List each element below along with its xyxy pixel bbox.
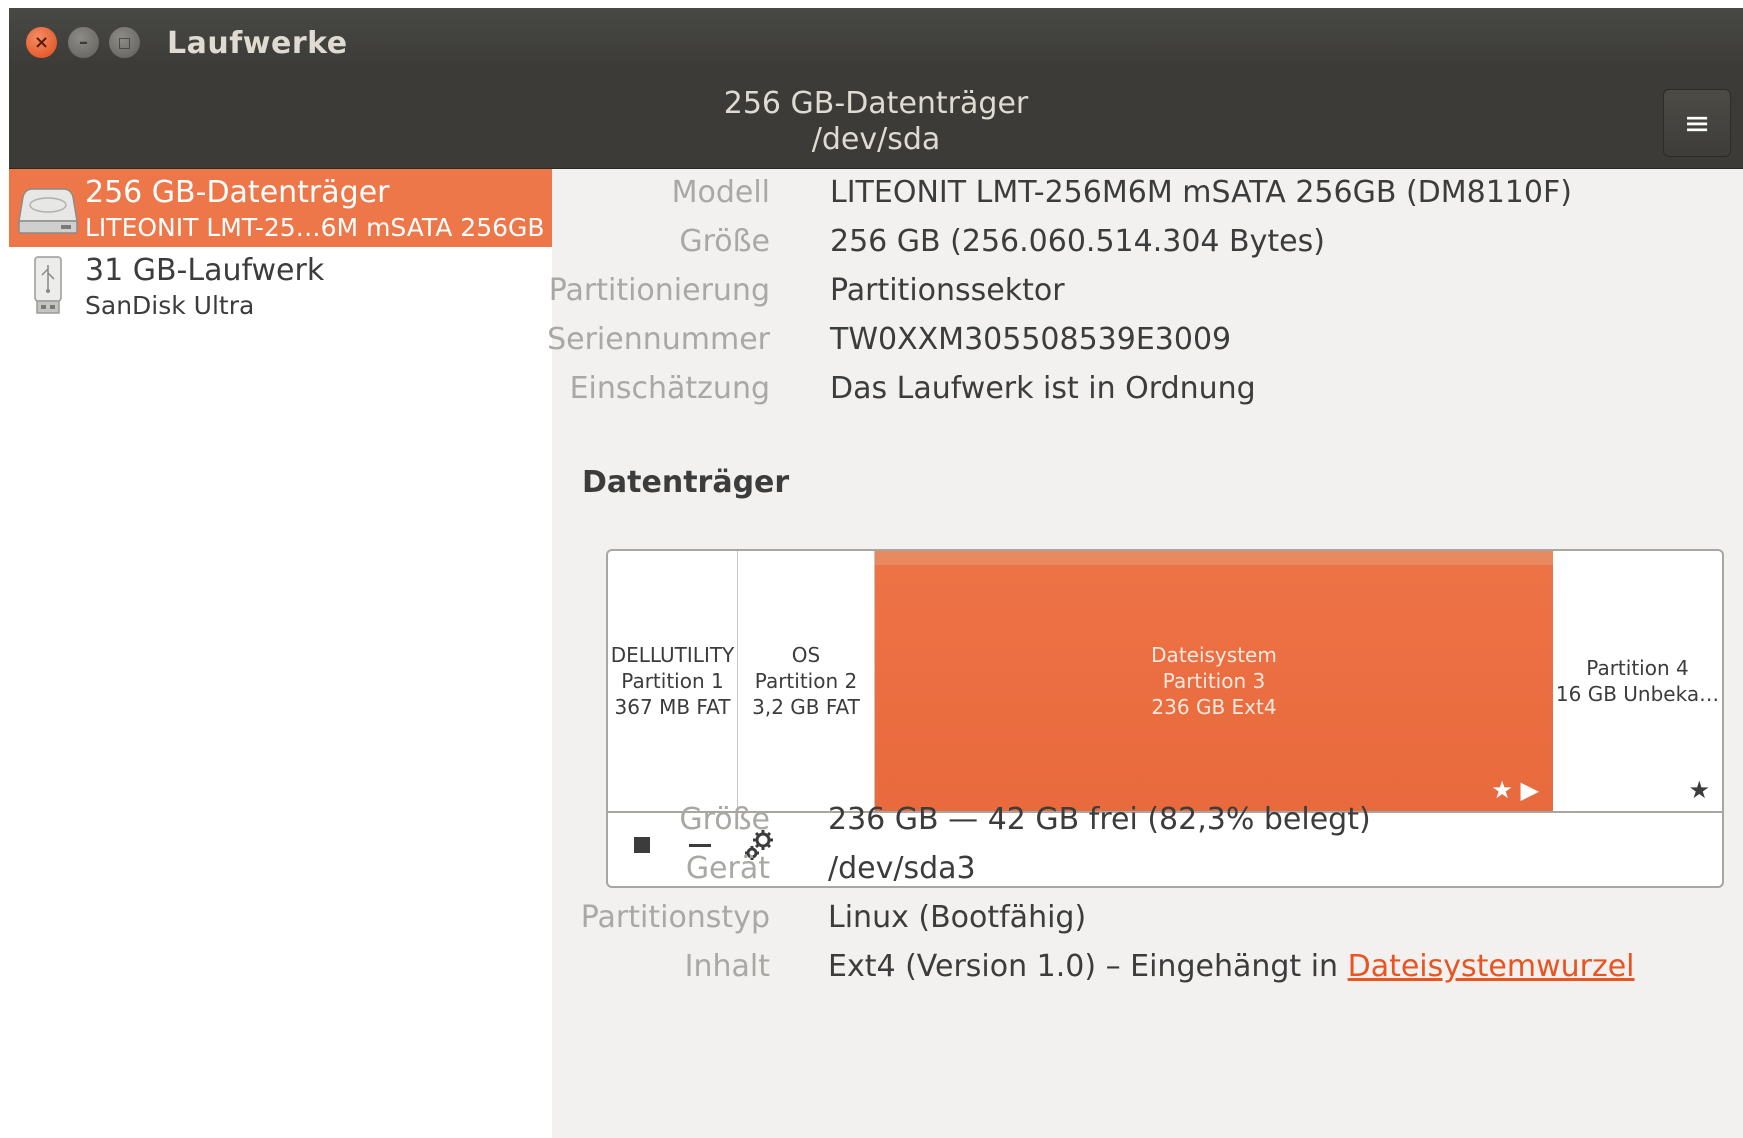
serial-value: TW0XXM305508539E3009 [830,322,1232,357]
title-bar: × – □ Laufwerke [9,8,1743,68]
drive-list: 256 GB-Datenträger LITEONIT LMT-25…6M mS… [9,169,552,1138]
menu-button[interactable]: ≡ [1663,89,1731,157]
volumes-section-title: Datenträger [582,465,790,500]
partition-type-label: Partitionstyp [580,900,770,935]
partition-size-label: Größe [679,802,770,837]
model-value: LITEONIT LMT-256M6M mSATA 256GB (DM8110F… [830,175,1572,210]
window-title: Laufwerke [167,26,348,61]
partition-3-selected[interactable]: Dateisystem Partition 3 236 GB Ext4 ★ ▶ [875,551,1553,811]
maximize-window-button[interactable]: □ [109,27,140,58]
partition-1[interactable]: DELLUTILITY Partition 1 367 MB FAT [608,551,738,811]
drive-model: LITEONIT LMT-25…6M mSATA 256GB [85,213,545,242]
partitioning-label: Partitionierung [548,273,770,308]
partition-4[interactable]: Partition 4 16 GB Unbeka… ★ [1553,551,1722,811]
partition-number: Partition 2 [754,669,858,693]
prop-size: Größe 256 GB (256.060.514.304 Bytes) [552,224,1743,264]
size-label: Größe [679,224,770,259]
size-value: 256 GB (256.060.514.304 Bytes) [830,224,1325,259]
prop-partition-type: Partitionstyp Linux (Bootfähig) [552,900,1743,940]
partitioning-value: Partitionssektor [830,273,1065,308]
partition-label: Partition 4 [1586,656,1689,680]
prop-partitioning: Partitionierung Partitionssektor [548,273,1743,313]
header-title: 256 GB-Datenträger [723,86,1029,121]
prop-device: Gerät /dev/sda3 [552,851,1743,891]
partition-number: Partition 3 [1162,669,1266,693]
partition-label: DELLUTILITY [610,643,735,667]
prop-partition-size: Größe 236 GB — 42 GB frei (82,3% belegt) [552,802,1743,842]
content-value: Ext4 (Version 1.0) – Eingehängt in Datei… [828,949,1635,984]
partition-label: OS [791,643,821,667]
bootable-star-icon: ★ [1688,776,1710,804]
model-label: Modell [671,175,770,210]
content-text: Ext4 (Version 1.0) – Eingehängt in [828,949,1348,984]
header-subtitle: /dev/sda [811,122,941,157]
assessment-value: Das Laufwerk ist in Ordnung [830,371,1256,406]
prop-model: Modell LITEONIT LMT-256M6M mSATA 256GB (… [552,175,1743,215]
hard-disk-icon [18,188,78,234]
partition-2[interactable]: OS Partition 2 3,2 GB FAT [738,551,875,811]
header-bar: 256 GB-Datenträger /dev/sda ≡ [9,68,1743,169]
close-window-button[interactable]: × [26,27,57,58]
content-label: Inhalt [684,949,770,984]
assessment-label: Einschätzung [569,371,770,406]
partition-size: 3,2 GB FAT [752,695,860,719]
close-icon: × [33,31,50,53]
bootable-mounted-icon: ★ ▶ [1491,776,1539,804]
partition-bar: DELLUTILITY Partition 1 367 MB FAT OS Pa… [608,551,1722,813]
usb-drive-icon [34,256,62,314]
drive-details: Modell LITEONIT LMT-256M6M mSATA 256GB (… [547,169,1743,1138]
prop-content: Inhalt Ext4 (Version 1.0) – Eingehängt i… [552,949,1743,989]
mount-point-link[interactable]: Dateisystemwurzel [1348,949,1635,984]
minimize-window-button[interactable]: – [68,27,99,58]
minimize-icon: – [79,31,88,53]
partition-size: 236 GB Ext4 [1151,695,1277,719]
partition-size: 16 GB Unbeka… [1555,682,1720,706]
prop-serial: Seriennummer TW0XXM305508539E3009 [547,322,1743,362]
partition-number: Partition 1 [621,669,724,693]
maximize-icon: □ [117,34,132,51]
hamburger-menu-icon: ≡ [1683,104,1711,142]
device-label: Gerät [685,851,770,886]
drive-item-256gb[interactable]: 256 GB-Datenträger LITEONIT LMT-25…6M mS… [9,169,552,247]
partition-type-value: Linux (Bootfähig) [828,900,1087,935]
partition-size-value: 236 GB — 42 GB frei (82,3% belegt) [828,802,1371,837]
drive-model: SanDisk Ultra [85,291,255,320]
prop-assessment: Einschätzung Das Laufwerk ist in Ordnung [552,371,1743,411]
disks-window: × – □ Laufwerke 256 GB-Datenträger /dev/… [9,8,1743,1138]
partition-size: 367 MB FAT [614,695,731,719]
device-value: /dev/sda3 [828,851,976,886]
partition-label: Dateisystem [1151,643,1277,667]
drive-name: 31 GB-Laufwerk [85,253,325,288]
drive-name: 256 GB-Datenträger [85,175,390,210]
serial-label: Seriennummer [547,322,770,357]
drive-item-31gb[interactable]: 31 GB-Laufwerk SanDisk Ultra [9,247,552,325]
